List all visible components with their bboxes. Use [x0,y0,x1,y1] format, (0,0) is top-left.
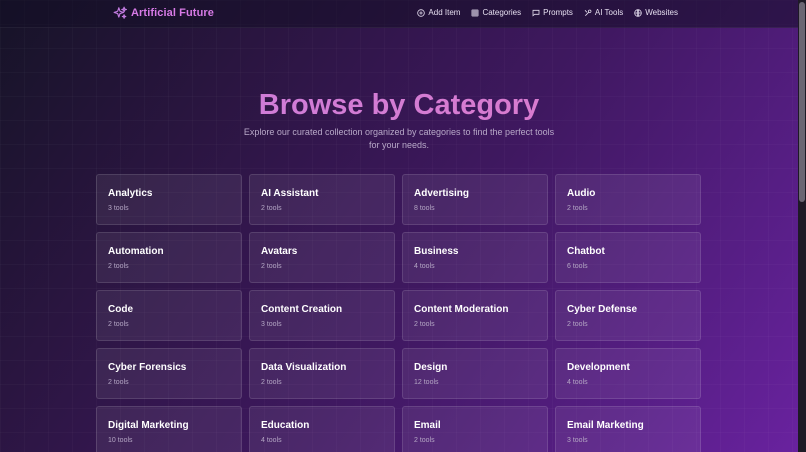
category-card[interactable]: Development 4 tools [555,348,701,399]
plus-circle-icon [417,8,426,17]
category-name: Automation [108,246,164,257]
nav-ai-tools[interactable]: AI Tools [584,8,623,17]
category-card[interactable]: Cyber Defense 2 tools [555,290,701,341]
category-name: Digital Marketing [108,420,189,431]
category-card[interactable]: Business 4 tools [402,232,548,283]
nav-prompts[interactable]: Prompts [532,8,573,17]
category-count: 6 tools [567,263,588,270]
category-card[interactable]: Advertising 8 tools [402,174,548,225]
brand-name: Artificial Future [131,7,214,19]
category-card[interactable]: Automation 2 tools [96,232,242,283]
tools-icon [584,9,592,16]
grid-icon [472,9,479,16]
page-scrollbar[interactable] [798,0,806,452]
nav-websites[interactable]: Websites [634,8,678,17]
category-name: Education [261,420,310,431]
category-name: Cyber Defense [567,304,638,315]
category-name: Development [567,362,630,373]
category-card[interactable]: Content Moderation 2 tools [402,290,548,341]
category-name: Avatars [261,246,298,257]
main-nav: Add Item Categories Prompts AI Tools Web… [417,8,678,17]
category-name: Email [414,420,441,431]
category-name: Audio [567,188,596,199]
nav-label: Categories [482,8,522,17]
category-card[interactable]: Digital Marketing 10 tools [96,406,242,452]
category-grid: Analytics 3 tools AI Assistant 2 tools Adv… [96,174,702,452]
category-count: 8 tools [414,205,435,212]
category-card[interactable]: Design 12 tools [402,348,548,399]
sparkles-icon [113,6,127,19]
category-card[interactable]: Data Visualization 2 tools [249,348,395,399]
category-count: 2 tools [108,379,129,386]
category-count: 3 tools [108,205,129,212]
category-count: 2 tools [108,321,129,328]
category-card[interactable]: Code 2 tools [96,290,242,341]
category-count: 2 tools [261,379,282,386]
category-name: Analytics [108,188,153,199]
nav-add-item[interactable]: Add Item [417,8,460,17]
scrollbar-thumb[interactable] [799,2,805,202]
category-count: 3 tools [567,437,588,444]
nav-label: Add Item [428,8,461,17]
category-name: Content Creation [261,304,343,315]
category-name: Email Marketing [567,420,644,431]
category-count: 10 tools [108,437,133,444]
category-name: AI Assistant [261,188,319,199]
category-count: 2 tools [567,321,588,328]
category-card[interactable]: Analytics 3 tools [96,174,242,225]
category-count: 4 tools [414,263,435,270]
category-card[interactable]: Education 4 tools [249,406,395,452]
category-count: 2 tools [414,321,435,328]
category-name: Advertising [414,188,470,199]
nav-categories[interactable]: Categories [471,8,521,17]
category-count: 2 tools [261,263,282,270]
category-card[interactable]: Audio 2 tools [555,174,701,225]
category-name: Chatbot [567,246,605,257]
category-card[interactable]: Email 2 tools [402,406,548,452]
category-name: Design [414,362,448,373]
category-card[interactable]: Chatbot 6 tools [555,232,701,283]
category-count: 3 tools [261,321,282,328]
category-name: Business [414,246,459,257]
page-subtitle: Explore our curated collection organized… [243,127,555,150]
category-name: Code [108,304,133,315]
nav-label: Prompts [543,8,573,17]
category-name: Data Visualization [261,362,347,373]
category-name: Cyber Forensics [108,362,187,373]
chat-bubble-icon [532,9,540,16]
brand-logo[interactable]: Artificial Future [113,6,214,20]
nav-label: AI Tools [594,8,624,17]
category-card[interactable]: Content Creation 3 tools [249,290,395,341]
category-count: 2 tools [414,437,435,444]
category-count: 2 tools [567,205,588,212]
category-count: 2 tools [108,263,129,270]
category-card[interactable]: Cyber Forensics 2 tools [96,348,242,399]
category-name: Content Moderation [414,304,509,315]
nav-label: Websites [645,8,678,17]
category-count: 2 tools [261,205,282,212]
top-navbar: Artificial Future Add Item Categories Pr… [0,0,798,28]
category-count: 4 tools [567,379,588,386]
category-count: 4 tools [261,437,282,444]
page-title: Browse by Category [0,84,798,120]
category-count: 12 tools [414,379,439,386]
globe-icon [634,8,642,17]
category-card[interactable]: Avatars 2 tools [249,232,395,283]
category-card[interactable]: Email Marketing 3 tools [555,406,701,452]
category-card[interactable]: AI Assistant 2 tools [249,174,395,225]
